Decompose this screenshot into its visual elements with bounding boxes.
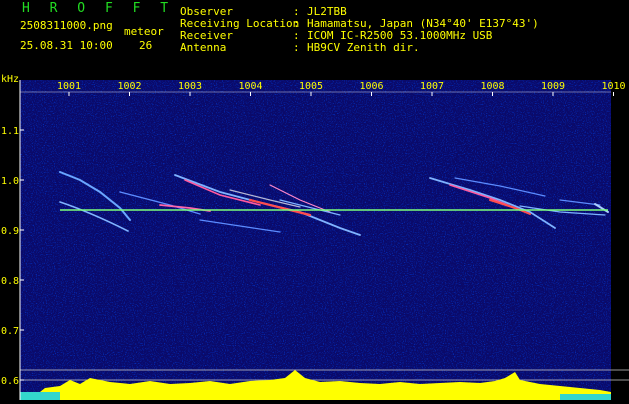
y-tick-label: 0.9: [1, 226, 19, 237]
level-baseline: [560, 394, 611, 400]
x-tick-label: 1004: [238, 81, 262, 92]
x-tick-label: 1005: [299, 81, 323, 92]
x-tick-label: 1010: [601, 81, 625, 92]
x-tick-label: 1007: [420, 81, 444, 92]
y-tick-label: 0.7: [1, 326, 19, 337]
x-tick-label: 1001: [57, 81, 81, 92]
level-baseline: [20, 392, 60, 400]
x-tick-label: 1003: [178, 81, 202, 92]
y-tick-label: 1.1: [1, 126, 19, 137]
x-tick-label: 1006: [359, 81, 383, 92]
y-axis-unit: kHz: [1, 74, 19, 85]
spectrogram-plot: kHz 1.1 1.0 0.9 0.8 0.7 0.6 1001 1002 1003 1004 1…: [1, 74, 629, 400]
y-tick-label: 1.0: [1, 176, 19, 187]
y-tick-label: 0.8: [1, 276, 19, 287]
x-tick-label: 1002: [117, 81, 141, 92]
y-tick-label: 0.6: [1, 376, 19, 387]
noise-texture: [20, 80, 611, 396]
x-tick-label: 1008: [480, 81, 504, 92]
x-tick-label: 1009: [541, 81, 565, 92]
